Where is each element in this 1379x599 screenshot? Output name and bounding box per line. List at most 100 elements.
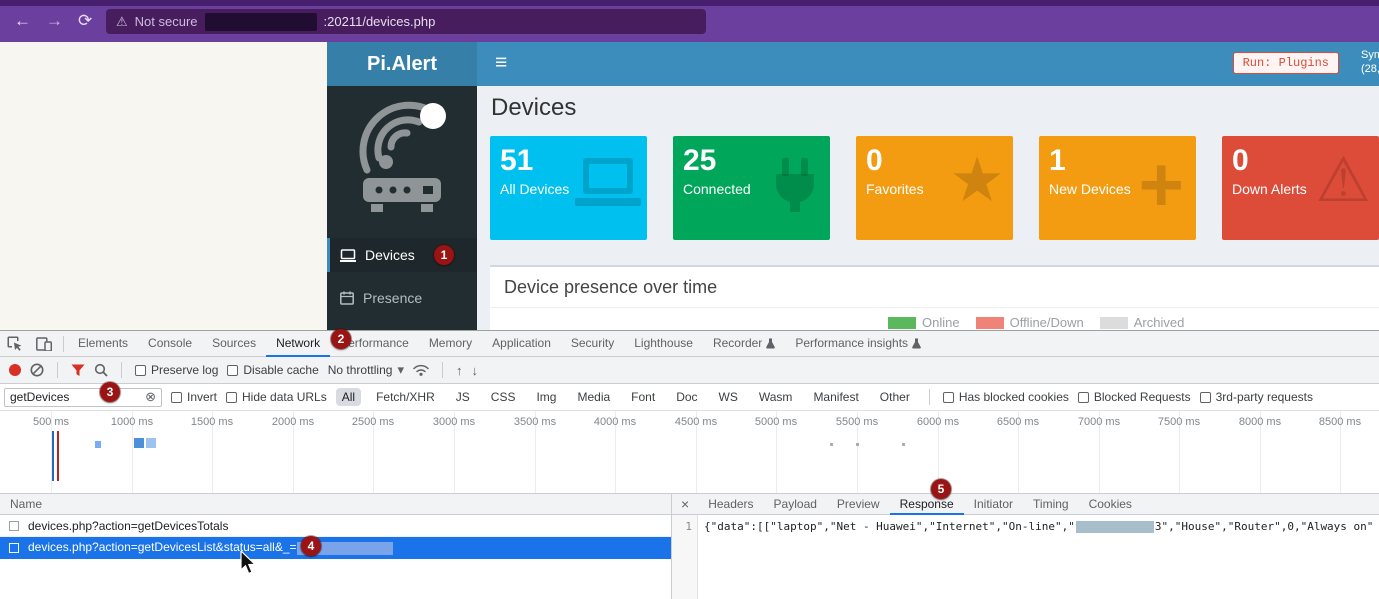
checkbox[interactable] xyxy=(171,392,182,403)
request-type-icon xyxy=(9,543,19,553)
header-right-text[interactable]: Sym (28, xyxy=(1361,48,1379,76)
tab-console[interactable]: Console xyxy=(138,331,202,357)
clear-button[interactable] xyxy=(30,363,44,377)
tab-payload[interactable]: Payload xyxy=(764,494,827,515)
card-down-alerts[interactable]: 0 Down Alerts ⚠ xyxy=(1222,136,1379,240)
tab-recorder[interactable]: Recorder xyxy=(703,331,785,357)
filter-chip-wasm[interactable]: Wasm xyxy=(753,388,799,406)
reload-button[interactable]: ⟳ xyxy=(78,12,92,29)
disable-cache-toggle[interactable]: Disable cache xyxy=(227,363,318,377)
request-details-panel: × Headers Payload Preview Response Initi… xyxy=(672,494,1379,599)
sidebar-item-presence[interactable]: Presence xyxy=(327,281,477,315)
card-connected[interactable]: 25 Connected xyxy=(673,136,830,240)
tab-sources[interactable]: Sources xyxy=(202,331,266,357)
hide-data-urls-toggle[interactable]: Hide data URLs xyxy=(226,390,327,404)
timeline-tick: 6500 ms xyxy=(997,416,1039,428)
filter-chip-img[interactable]: Img xyxy=(530,388,562,406)
timeline-tick: 500 ms xyxy=(33,416,69,428)
checkbox[interactable] xyxy=(227,365,238,376)
tab-application[interactable]: Application xyxy=(482,331,561,357)
forward-button[interactable]: → xyxy=(46,12,63,29)
tab-memory[interactable]: Memory xyxy=(419,331,482,357)
chart-legend: Online Offline/Down Archived xyxy=(888,315,1184,330)
chevron-down-icon: ▾ xyxy=(397,362,404,378)
invert-toggle[interactable]: Invert xyxy=(171,390,217,404)
sidebar-item-devices[interactable]: Devices xyxy=(327,238,477,272)
record-button[interactable] xyxy=(9,364,21,376)
checkbox[interactable] xyxy=(1200,392,1211,403)
plug-icon xyxy=(768,158,824,216)
filter-chip-fetch-xhr[interactable]: Fetch/XHR xyxy=(370,388,441,406)
tab-lighthouse[interactable]: Lighthouse xyxy=(624,331,703,357)
tab-network[interactable]: Network xyxy=(266,331,330,357)
separator xyxy=(442,362,443,378)
sidebar-toggle-icon[interactable]: ≡ xyxy=(495,51,507,75)
clear-filter-icon[interactable]: ⊗ xyxy=(145,389,156,405)
tab-performance-insights[interactable]: Performance insights xyxy=(785,331,931,357)
inspect-element-icon[interactable] xyxy=(0,336,29,351)
legend-swatch xyxy=(1100,317,1128,329)
tab-timing[interactable]: Timing xyxy=(1023,494,1079,515)
filter-chip-font[interactable]: Font xyxy=(625,388,661,406)
requests-name-header[interactable]: Name xyxy=(0,494,671,515)
card-new-devices[interactable]: 1 New Devices + xyxy=(1039,136,1196,240)
waterfall-bar xyxy=(134,438,144,448)
separator xyxy=(57,362,58,378)
laptop-icon xyxy=(340,249,356,262)
close-details-icon[interactable]: × xyxy=(672,496,698,512)
tab-initiator[interactable]: Initiator xyxy=(964,494,1023,515)
filter-chip-css[interactable]: CSS xyxy=(485,388,522,406)
request-row-get-devices-list[interactable]: devices.php?action=getDevicesList&status… xyxy=(0,537,671,559)
checkbox[interactable] xyxy=(135,365,146,376)
filter-chip-all[interactable]: All xyxy=(336,388,361,406)
checkbox[interactable] xyxy=(1078,392,1089,403)
annotation-badge-2: 2 xyxy=(331,329,351,349)
import-har-icon[interactable]: ↑ xyxy=(456,363,463,378)
throttling-dropdown[interactable]: No throttling ▾ xyxy=(328,362,404,378)
experiment-flask-icon xyxy=(766,338,775,349)
browser-tab-strip xyxy=(0,0,1379,6)
run-plugins-button[interactable]: Run: Plugins xyxy=(1233,52,1339,74)
card-favorites[interactable]: 0 Favorites ★ xyxy=(856,136,1013,240)
blocked-requests-toggle[interactable]: Blocked Requests xyxy=(1078,390,1191,404)
preserve-log-toggle[interactable]: Preserve log xyxy=(135,363,218,377)
separator xyxy=(63,336,64,352)
summary-cards: 51 All Devices 25 Connected 0 Favorites … xyxy=(490,136,1379,240)
filter-chip-js[interactable]: JS xyxy=(450,388,476,406)
network-filter-row: getDevices ⊗ Invert Hide data URLs All F… xyxy=(0,384,1379,411)
line-number-gutter: 1 xyxy=(672,515,698,599)
request-row-get-devices-totals[interactable]: devices.php?action=getDevicesTotals xyxy=(0,515,671,537)
filter-chip-manifest[interactable]: Manifest xyxy=(807,388,864,406)
network-overview-timeline[interactable]: 500 ms 1000 ms 1500 ms 2000 ms 2500 ms 3… xyxy=(0,411,1379,494)
tab-headers[interactable]: Headers xyxy=(698,494,763,515)
search-icon[interactable] xyxy=(94,363,108,377)
third-party-requests-toggle[interactable]: 3rd-party requests xyxy=(1200,390,1313,404)
filter-chip-ws[interactable]: WS xyxy=(713,388,744,406)
device-toolbar-icon[interactable] xyxy=(29,337,59,351)
filter-chip-other[interactable]: Other xyxy=(874,388,916,406)
filter-chip-doc[interactable]: Doc xyxy=(670,388,703,406)
tab-preview[interactable]: Preview xyxy=(827,494,890,515)
devtools-tabbar: Elements Console Sources Network Perform… xyxy=(0,331,1379,357)
tab-response[interactable]: Response xyxy=(890,494,964,515)
tab-elements[interactable]: Elements xyxy=(68,331,138,357)
checkbox[interactable] xyxy=(226,392,237,403)
redacted-host-block xyxy=(205,13,317,31)
network-conditions-icon[interactable] xyxy=(413,364,429,376)
filter-chip-media[interactable]: Media xyxy=(571,388,616,406)
tab-security[interactable]: Security xyxy=(561,331,624,357)
legend-item-archived: Archived xyxy=(1100,315,1185,330)
timeline-tick: 1500 ms xyxy=(191,416,233,428)
app-logo[interactable]: Pi.Alert xyxy=(327,42,477,86)
export-har-icon[interactable]: ↓ xyxy=(471,363,478,378)
separator xyxy=(121,362,122,378)
filter-icon[interactable] xyxy=(71,364,85,377)
address-bar[interactable]: ⚠ Not secure :20211/devices.php xyxy=(106,9,706,34)
filter-input[interactable]: getDevices ⊗ xyxy=(4,388,162,407)
waterfall-dot xyxy=(830,443,833,446)
back-button[interactable]: ← xyxy=(14,12,31,29)
has-blocked-cookies-toggle[interactable]: Has blocked cookies xyxy=(943,390,1069,404)
tab-cookies[interactable]: Cookies xyxy=(1079,494,1142,515)
checkbox[interactable] xyxy=(943,392,954,403)
card-all-devices[interactable]: 51 All Devices xyxy=(490,136,647,240)
